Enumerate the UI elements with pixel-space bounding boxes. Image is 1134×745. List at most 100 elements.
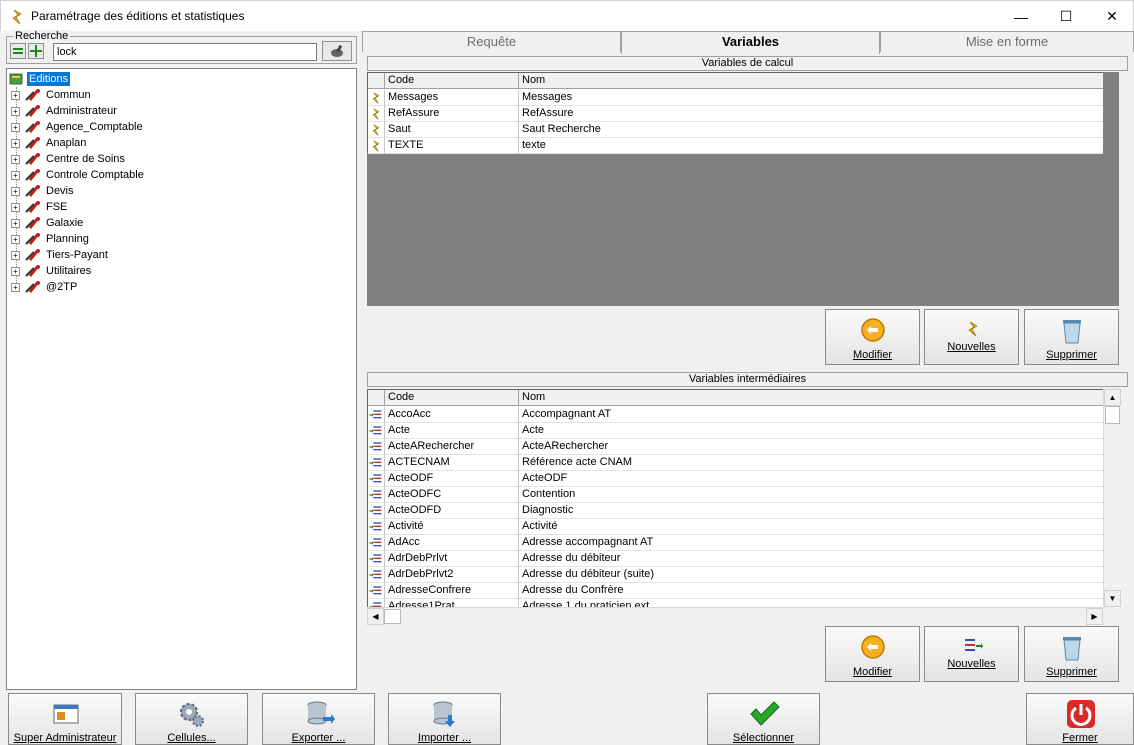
lightning-icon <box>968 321 978 337</box>
expand-toggle-icon[interactable]: + <box>11 170 20 180</box>
search-group: Recherche <box>6 30 357 64</box>
col-code-header[interactable]: Code <box>386 390 519 406</box>
table-row[interactable]: ActeARechercher ActeARechercher <box>368 439 1103 455</box>
table-row[interactable]: Messages Messages <box>368 90 1103 106</box>
tree-node[interactable]: + Utilitaires <box>11 263 91 279</box>
expand-toggle-icon[interactable]: + <box>11 282 20 292</box>
fermer-button[interactable]: Fermer <box>1026 693 1134 745</box>
exporter-label: Exporter ... <box>291 732 346 744</box>
expand-toggle-icon[interactable]: + <box>11 154 20 164</box>
inter-vertical-scrollbar[interactable]: ▲ ▼ <box>1103 389 1121 607</box>
calc-section-title: Variables de calcul <box>367 56 1128 71</box>
col-nom-header[interactable]: Nom <box>520 390 545 406</box>
tree-node[interactable]: + Controle Comptable <box>11 167 144 183</box>
calc-modifier-button[interactable]: Modifier <box>825 309 920 365</box>
expand-toggle-icon[interactable]: + <box>11 186 20 196</box>
lightning-icon <box>372 92 380 104</box>
table-row[interactable]: Acte Acte <box>368 423 1103 439</box>
scroll-down-arrow-icon[interactable]: ▼ <box>1104 590 1121 607</box>
exporter-button[interactable]: Exporter ... <box>262 693 375 745</box>
tree-root-label: Editions <box>27 72 71 86</box>
editions-tree[interactable]: Editions + Commun + Administrateur + Agence_C… <box>6 68 357 690</box>
search-input[interactable] <box>53 43 317 61</box>
table-row[interactable]: Saut Saut Recherche <box>368 122 1103 138</box>
expand-toggle-icon[interactable]: + <box>11 234 20 244</box>
tree-node[interactable]: + Commun <box>11 87 91 103</box>
selectionner-label: Sélectionner <box>732 732 795 744</box>
search-button[interactable] <box>322 41 352 61</box>
inter-nouvelles-button[interactable]: Nouvelles <box>924 626 1019 682</box>
tree-node[interactable]: + Devis <box>11 183 74 199</box>
inter-supprimer-button[interactable]: Supprimer <box>1024 626 1119 682</box>
table-row[interactable]: AdresseConfrere Adresse du Confrère <box>368 583 1103 599</box>
table-row[interactable]: RefAssure RefAssure <box>368 106 1103 122</box>
cell-nom: Adresse du Confrère <box>522 584 624 596</box>
expand-all-button[interactable] <box>28 43 44 59</box>
calc-supprimer-button[interactable]: Supprimer <box>1024 309 1119 365</box>
tree-node[interactable]: + Anaplan <box>11 135 86 151</box>
row-icon-cell <box>368 423 385 439</box>
table-row[interactable]: AdAcc Adresse accompagnant AT <box>368 535 1103 551</box>
maximize-button[interactable]: ☐ <box>1043 1 1089 32</box>
variable-list-icon <box>369 442 382 451</box>
table-row[interactable]: ActeODF ActeODF <box>368 471 1103 487</box>
minimize-button[interactable]: — <box>998 1 1044 32</box>
expand-toggle-icon[interactable]: + <box>11 106 20 116</box>
tree-root-editions[interactable]: Editions <box>9 71 71 87</box>
tree-node[interactable]: + Planning <box>11 231 89 247</box>
cell-nom: Référence acte CNAM <box>522 456 633 468</box>
calc-grid-area: Code Nom Messages Messages RefAssure RefAss… <box>367 72 1119 306</box>
lightning-icon <box>372 108 380 120</box>
tree-node[interactable]: + Tiers-Payant <box>11 247 108 263</box>
table-row[interactable]: AdrDebPrlvt Adresse du débiteur <box>368 551 1103 567</box>
table-row[interactable]: ACTECNAM Référence acte CNAM <box>368 455 1103 471</box>
collapse-all-button[interactable] <box>10 43 26 59</box>
tools-icon <box>25 265 40 277</box>
tree-node[interactable]: + @2TP <box>11 279 77 295</box>
calc-grid[interactable]: Code Nom Messages Messages RefAssure RefAss… <box>367 72 1103 154</box>
expand-toggle-icon[interactable]: + <box>11 138 20 148</box>
close-button[interactable]: ✕ <box>1089 1 1134 32</box>
inter-grid[interactable]: Code Nom AccoAcc Accompagnant AT Acte Acte A… <box>367 389 1103 607</box>
importer-button[interactable]: Importer ... <box>388 693 501 745</box>
super-admin-button[interactable]: Super Administrateur <box>8 693 122 745</box>
tab-variables[interactable]: Variables <box>621 31 880 54</box>
expand-toggle-icon[interactable]: + <box>11 266 20 276</box>
inter-modifier-button[interactable]: Modifier <box>825 626 920 682</box>
table-row[interactable]: AdrDebPrlvt2 Adresse du débiteur (suite) <box>368 567 1103 583</box>
scroll-left-arrow-icon[interactable]: ◀ <box>367 608 384 625</box>
scroll-thumb[interactable] <box>1105 406 1120 424</box>
table-row[interactable]: AccoAcc Accompagnant AT <box>368 407 1103 423</box>
expand-toggle-icon[interactable]: + <box>11 202 20 212</box>
scroll-up-arrow-icon[interactable]: ▲ <box>1104 389 1121 406</box>
expand-toggle-icon[interactable]: + <box>11 122 20 132</box>
cell-code: ActeODFC <box>386 487 519 503</box>
super-admin-label: Super Administrateur <box>13 732 117 744</box>
col-code-header[interactable]: Code <box>386 73 519 89</box>
scroll-right-arrow-icon[interactable]: ▶ <box>1086 608 1103 625</box>
tree-node[interactable]: + FSE <box>11 199 67 215</box>
table-row[interactable]: Activité Activité <box>368 519 1103 535</box>
tree-node[interactable]: + Agence_Comptable <box>11 119 143 135</box>
table-row[interactable]: ActeODFC Contention <box>368 487 1103 503</box>
expand-toggle-icon[interactable]: + <box>11 250 20 260</box>
tab-mise-en-forme[interactable]: Mise en forme <box>880 31 1134 52</box>
tree-node[interactable]: + Galaxie <box>11 215 83 231</box>
calc-nouvelles-button[interactable]: Nouvelles <box>924 309 1019 365</box>
cellules-button[interactable]: Cellules... <box>135 693 248 745</box>
tab-requete[interactable]: Requête <box>362 31 621 52</box>
tree-node[interactable]: + Centre de Soins <box>11 151 125 167</box>
inter-horizontal-scrollbar[interactable]: ◀ ▶ <box>367 607 1103 625</box>
expand-toggle-icon[interactable]: + <box>11 218 20 228</box>
selectionner-button[interactable]: Sélectionner <box>707 693 820 745</box>
cell-code: Saut <box>386 122 519 138</box>
calc-modifier-label: Modifier <box>852 349 893 361</box>
hscroll-thumb[interactable] <box>384 609 401 624</box>
col-nom-header[interactable]: Nom <box>520 73 545 89</box>
expand-toggle-icon[interactable]: + <box>11 90 20 100</box>
table-row[interactable]: TEXTE texte <box>368 138 1103 154</box>
cell-code: Messages <box>386 90 519 106</box>
tree-node[interactable]: + Administrateur <box>11 103 117 119</box>
table-row[interactable]: ActeODFD Diagnostic <box>368 503 1103 519</box>
table-row[interactable]: Adresse1Prat Adresse 1 du praticien ext <box>368 599 1103 607</box>
